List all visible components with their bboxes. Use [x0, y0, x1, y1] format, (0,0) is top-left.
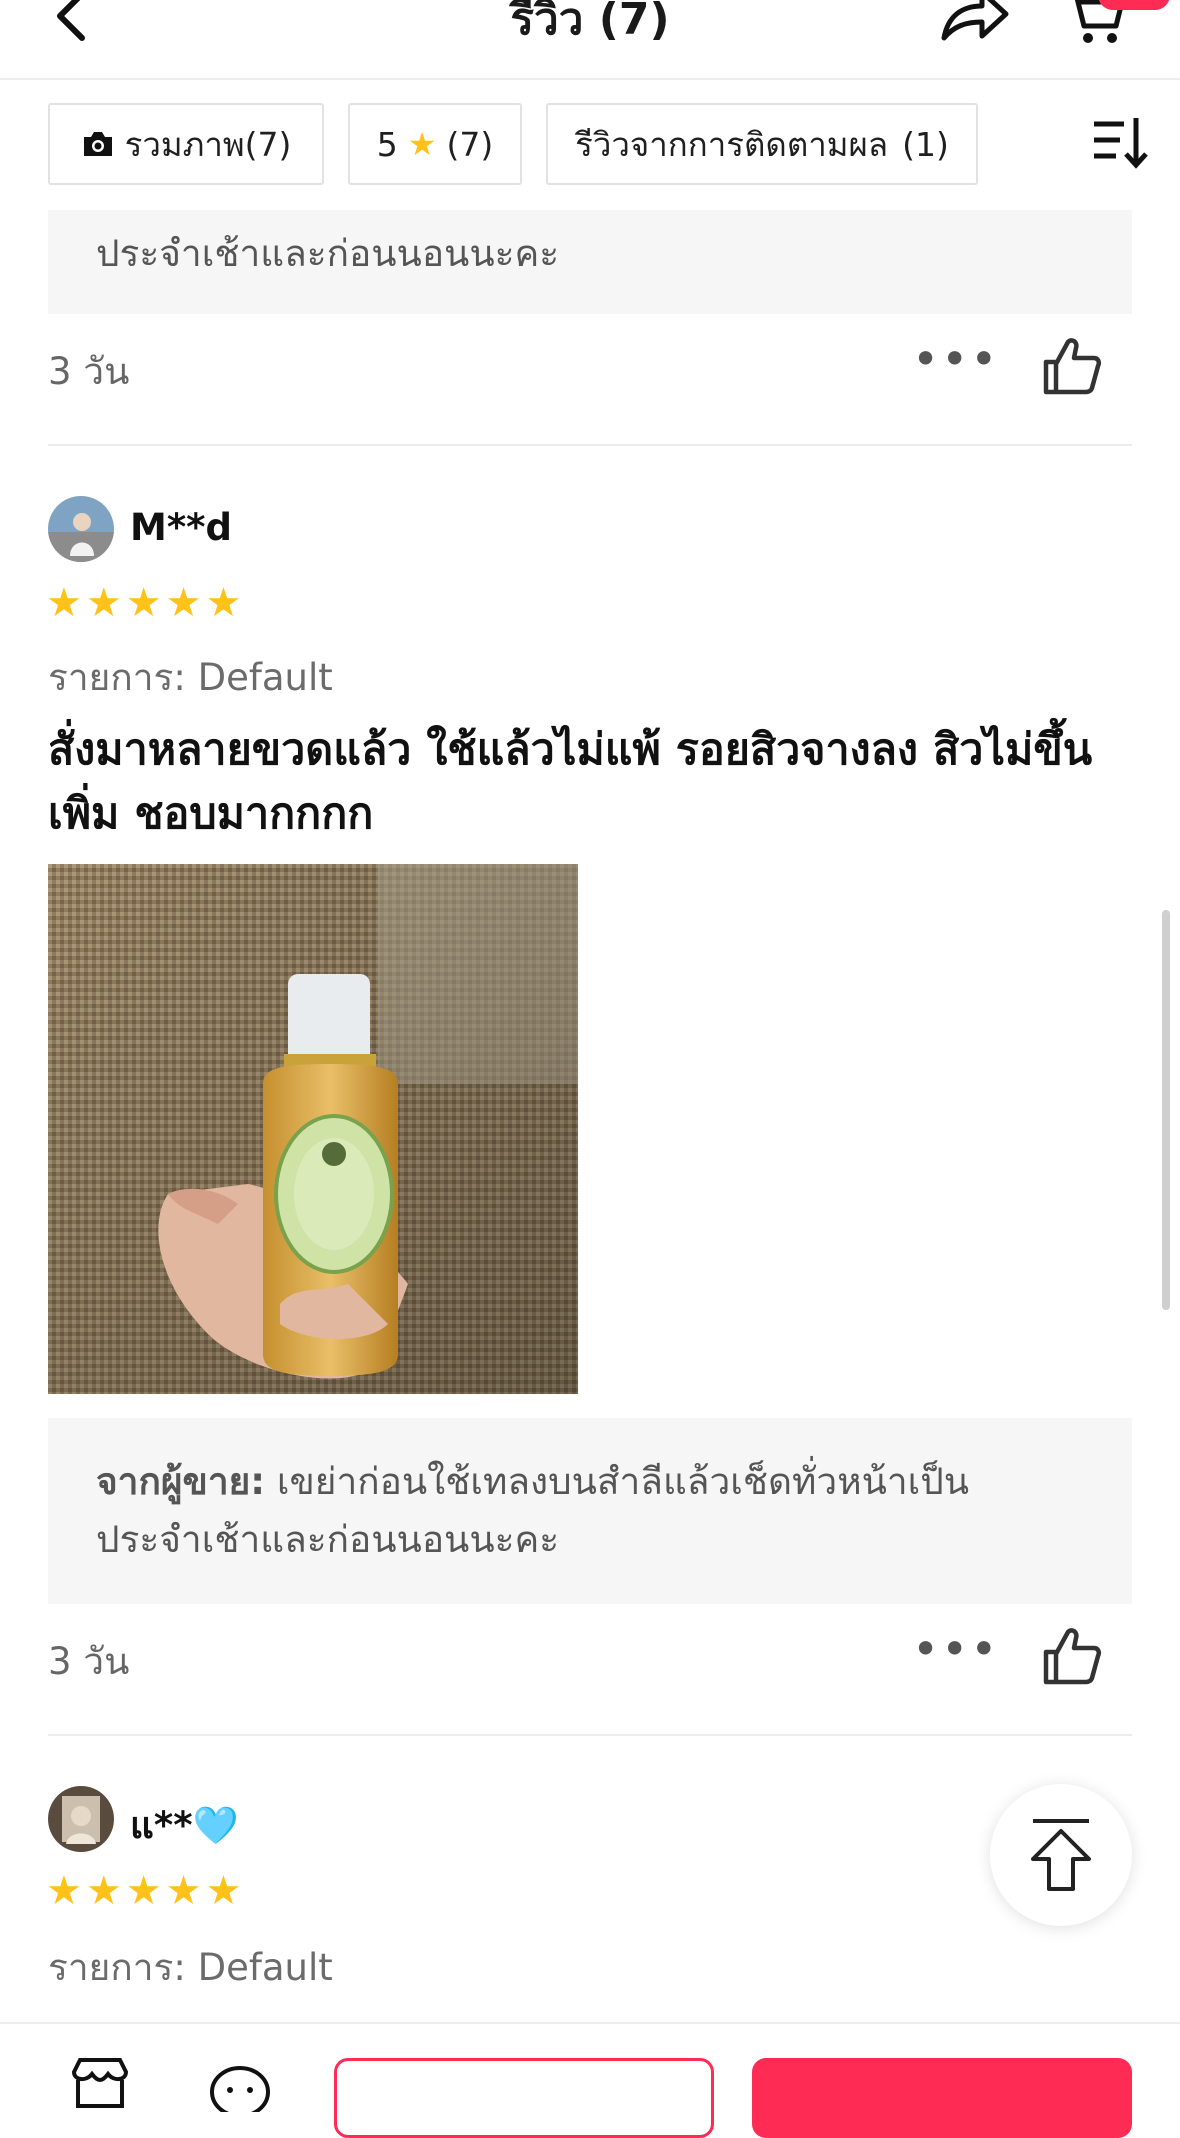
review-variant: รายการ: Default [48, 656, 333, 699]
filter-followup-count: (1) [902, 124, 949, 164]
cart-count-badge [1098, 0, 1170, 10]
buy-now-button[interactable] [752, 2058, 1132, 2138]
scrollbar-thumb[interactable] [1162, 910, 1170, 1310]
review-username: แ**🩵 [130, 1804, 239, 1847]
seller-reply-label: จากผู้ขาย: [96, 1460, 266, 1503]
avatar[interactable] [48, 496, 114, 562]
thumbs-up-icon[interactable] [1040, 334, 1104, 398]
seller-reply-line2: ประจำเช้าและก่อนนอนนะคะ [96, 1518, 560, 1561]
filter-followup-chip[interactable]: รีวิวจากการติดตามผล (1) [546, 103, 978, 185]
seller-reply-text: จากผู้ขาย: เขย่าก่อนใช้เทลงบนสำลีแล้วเช็… [96, 1453, 1084, 1511]
seller-reply: ประจำเช้าและก่อนนอนนะคะ [48, 210, 1132, 314]
scroll-to-top-button[interactable] [990, 1784, 1132, 1926]
seller-reply-text: ประจำเช้าและก่อนนอนนะคะ [96, 232, 560, 275]
review-variant: รายการ: Default [48, 1946, 333, 1989]
camera-icon [83, 132, 112, 156]
review-username: M**d [130, 506, 233, 549]
filter-rating-chip[interactable]: 5 ★ (7) [348, 103, 522, 185]
review-text-line: เพิ่ม ชอบมากกกก [48, 789, 374, 839]
sort-icon[interactable] [1090, 114, 1150, 170]
review-divider [48, 1734, 1132, 1736]
more-dots-icon[interactable]: ••• [912, 332, 999, 386]
review-divider [48, 444, 1132, 446]
seller-reply-line1: เขย่าก่อนใช้เทลงบนสำลีแล้วเช็ดทั่วหน้าเป… [276, 1460, 970, 1503]
filter-photos-label: รวมภาพ(7) [124, 124, 292, 164]
chat-icon[interactable] [208, 2062, 272, 2112]
filter-photos-chip[interactable]: รวมภาพ(7) [48, 103, 324, 185]
add-to-cart-button[interactable] [334, 2058, 714, 2138]
avatar[interactable] [48, 1786, 114, 1852]
rating-stars: ★★★★★ [46, 580, 246, 626]
review-text-line: สั่งมาหลายขวดแล้ว ใช้แล้วไม่แพ้ รอยสิวจา… [48, 725, 1093, 775]
review-photo[interactable] [48, 864, 578, 1394]
arrow-up-icon [1031, 1819, 1091, 1891]
share-arrow-icon[interactable] [938, 0, 1012, 46]
rating-stars: ★★★★★ [46, 1868, 246, 1914]
review-text: สั่งมาหลายขวดแล้ว ใช้แล้วไม่แพ้ รอยสิวจา… [48, 718, 1138, 846]
filter-followup-label: รีวิวจากการติดตามผล [575, 124, 889, 164]
star-icon: ★ [407, 125, 437, 163]
review-time: 3 วัน [48, 350, 130, 393]
thumbs-up-icon[interactable] [1040, 1624, 1104, 1688]
filter-rating-count: (7) [446, 124, 494, 164]
shop-icon[interactable] [68, 2058, 132, 2108]
filter-rating-value: 5 [376, 124, 398, 164]
review-time: 3 วัน [48, 1640, 130, 1683]
seller-reply: จากผู้ขาย: เขย่าก่อนใช้เทลงบนสำลีแล้วเช็… [48, 1418, 1132, 1604]
more-dots-icon[interactable]: ••• [912, 1622, 999, 1676]
